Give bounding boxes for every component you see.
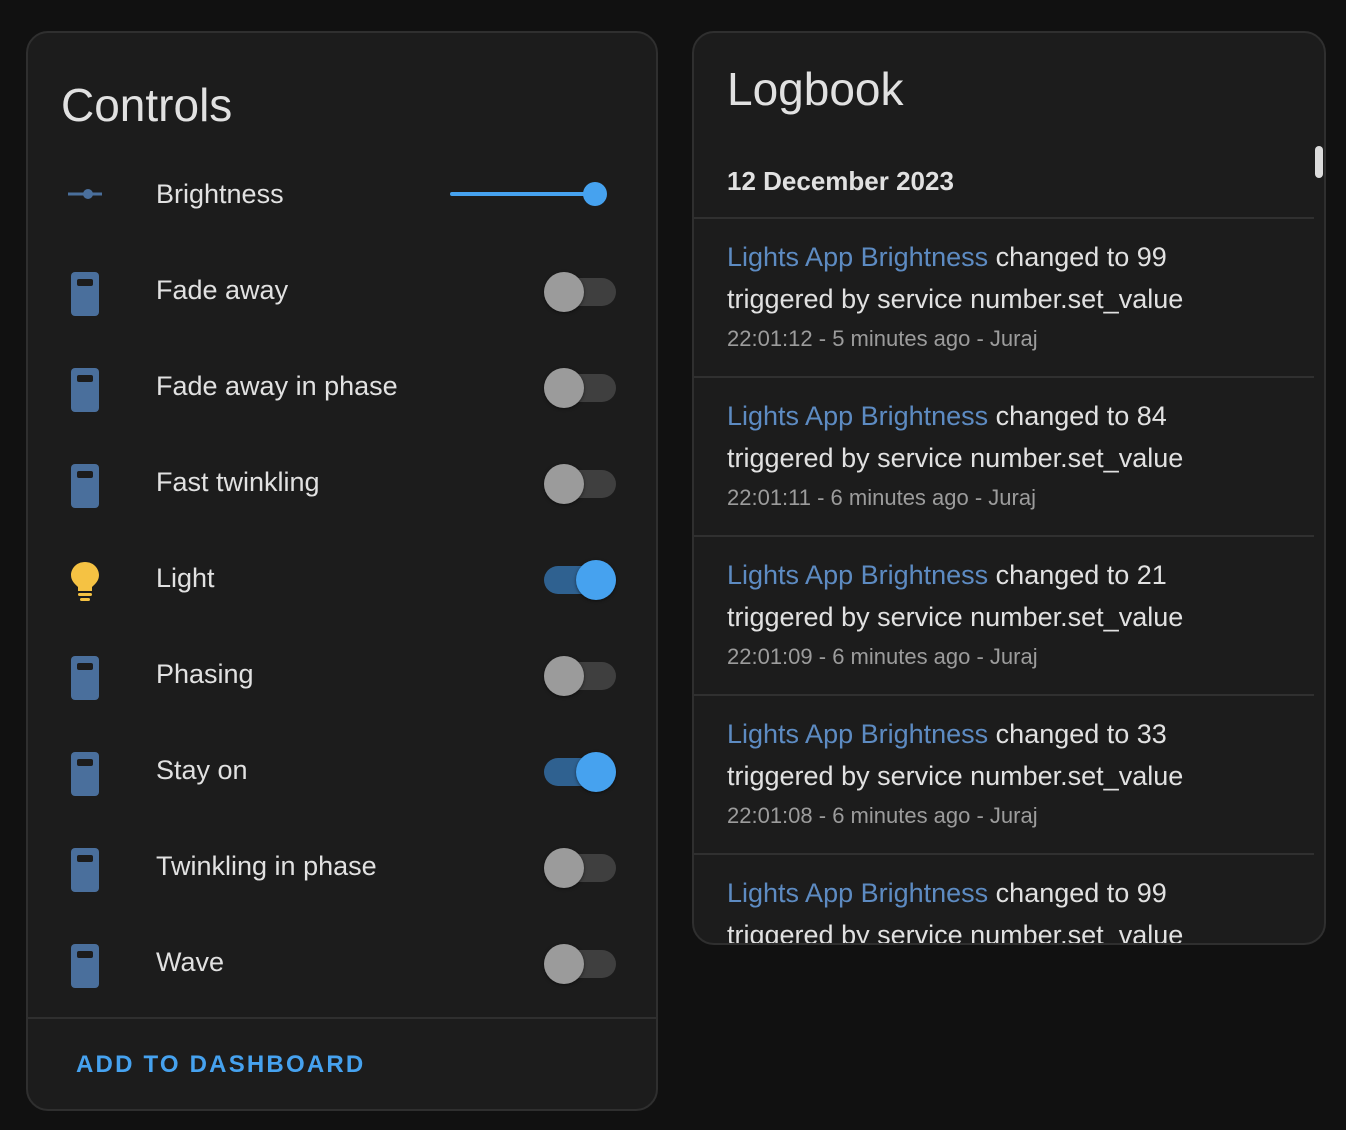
brightness-slider[interactable] xyxy=(450,182,610,206)
switch-icon xyxy=(68,752,102,796)
logbook-entry-message: changed to 99 xyxy=(988,242,1167,272)
toggle-stay-on[interactable] xyxy=(544,752,618,792)
control-label: Fade away xyxy=(156,275,289,305)
brightness-slider-knob[interactable] xyxy=(583,182,607,206)
logbook-entity-link[interactable]: Lights App Brightness xyxy=(727,242,988,272)
logbook-entry-trigger: triggered by service number.set_value xyxy=(727,284,1184,314)
logbook-entry-message: changed to 33 xyxy=(988,719,1167,749)
control-label: Wave xyxy=(156,947,225,977)
logbook-title: Logbook xyxy=(727,63,904,115)
toggle-thumb xyxy=(544,272,584,312)
switch-icon xyxy=(68,656,102,700)
logbook-entry-message: changed to 99 xyxy=(988,878,1167,908)
logbook-entry-message: changed to 84 xyxy=(988,401,1167,431)
logbook-entry-trigger: triggered by service number.set_value xyxy=(727,761,1184,791)
brightness-label: Brightness xyxy=(156,179,284,209)
logbook-entry: Lights App Brightness changed to 21 trigg… xyxy=(694,535,1314,693)
logbook-entry-meta: 22:01:08 - 6 minutes ago - Juraj xyxy=(727,803,1038,828)
controls-divider xyxy=(28,1017,656,1019)
toggle-fade-away[interactable] xyxy=(544,272,618,312)
toggle-thumb xyxy=(544,848,584,888)
switch-icon xyxy=(68,944,102,988)
control-row-stay-on: Stay on xyxy=(28,722,656,818)
toggle-thumb xyxy=(544,944,584,984)
logbook-entry-trigger: triggered by service number.set_value xyxy=(727,920,1184,943)
control-label: Fast twinkling xyxy=(156,467,320,497)
logbook-entry-title: Lights App Brightness changed to 99 xyxy=(727,237,1167,277)
logbook-entity-link[interactable]: Lights App Brightness xyxy=(727,878,988,908)
logbook-entry-trigger: triggered by service number.set_value xyxy=(727,443,1184,473)
logbook-entry: Lights App Brightness changed to 99 trigg… xyxy=(694,853,1314,943)
logbook-card: Logbook 12 December 2023 Lights App Brig… xyxy=(692,31,1326,945)
logbook-entity-link[interactable]: Lights App Brightness xyxy=(727,719,988,749)
control-label: Twinkling in phase xyxy=(156,851,377,881)
brightness-slider-rail xyxy=(450,192,600,196)
toggle-light[interactable] xyxy=(544,560,618,600)
logbook-entry-trigger: triggered by service number.set_value xyxy=(727,602,1184,632)
logbook-entry: Lights App Brightness changed to 33 trigg… xyxy=(694,694,1314,852)
logbook-scrollbar[interactable] xyxy=(1315,146,1323,178)
switch-icon xyxy=(68,272,102,316)
add-to-dashboard-button[interactable]: ADD TO DASHBOARD xyxy=(76,1045,365,1085)
switch-icon xyxy=(68,368,102,412)
controls-title: Controls xyxy=(61,79,233,131)
control-row-wave: Wave xyxy=(28,914,656,1010)
toggle-thumb xyxy=(544,368,584,408)
logbook-entry-title: Lights App Brightness changed to 33 xyxy=(727,714,1167,754)
logbook-entry: Lights App Brightness changed to 84 trigg… xyxy=(694,376,1314,534)
logbook-entry-message: changed to 21 xyxy=(988,560,1167,590)
control-row-phasing: Phasing xyxy=(28,626,656,722)
control-row-fast-twinkling: Fast twinkling xyxy=(28,434,656,530)
logbook-entry-meta: 22:01:11 - 6 minutes ago - Juraj xyxy=(727,485,1036,510)
lightbulb-icon xyxy=(68,560,102,604)
toggle-fast-twinkling[interactable] xyxy=(544,464,618,504)
control-row-fade-away: Fade away xyxy=(28,242,656,338)
control-label: Stay on xyxy=(156,755,248,785)
logbook-list[interactable]: 12 December 2023 Lights App Brightness c… xyxy=(694,145,1314,943)
logbook-entry-title: Lights App Brightness changed to 21 xyxy=(727,555,1167,595)
logbook-entry-title: Lights App Brightness changed to 99 xyxy=(727,873,1167,913)
slider-icon xyxy=(68,189,102,199)
control-label: Fade away in phase xyxy=(156,371,398,401)
toggle-fade-away-in-phase[interactable] xyxy=(544,368,618,408)
toggle-thumb xyxy=(544,656,584,696)
logbook-entry-meta: 22:01:09 - 6 minutes ago - Juraj xyxy=(727,644,1038,669)
toggle-twinkling-in-phase[interactable] xyxy=(544,848,618,888)
controls-card: Controls Brightness Fade away Fade away i… xyxy=(26,31,658,1111)
control-row-light: Light xyxy=(28,530,656,626)
brightness-row: Brightness xyxy=(28,146,656,242)
toggle-thumb xyxy=(576,560,616,600)
switch-icon xyxy=(68,464,102,508)
logbook-entity-link[interactable]: Lights App Brightness xyxy=(727,560,988,590)
logbook-entry-meta: 22:01:12 - 5 minutes ago - Juraj xyxy=(727,326,1038,351)
toggle-thumb xyxy=(544,464,584,504)
switch-icon xyxy=(68,848,102,892)
control-row-fade-away-in-phase: Fade away in phase xyxy=(28,338,656,434)
logbook-date-header: 12 December 2023 xyxy=(727,166,954,196)
toggle-phasing[interactable] xyxy=(544,656,618,696)
toggle-wave[interactable] xyxy=(544,944,618,984)
toggle-thumb xyxy=(576,752,616,792)
logbook-entry: Lights App Brightness changed to 99 trigg… xyxy=(694,217,1314,375)
control-label: Phasing xyxy=(156,659,254,689)
control-row-twinkling-in-phase: Twinkling in phase xyxy=(28,818,656,914)
logbook-entry-title: Lights App Brightness changed to 84 xyxy=(727,396,1167,436)
control-label: Light xyxy=(156,563,215,593)
logbook-entity-link[interactable]: Lights App Brightness xyxy=(727,401,988,431)
